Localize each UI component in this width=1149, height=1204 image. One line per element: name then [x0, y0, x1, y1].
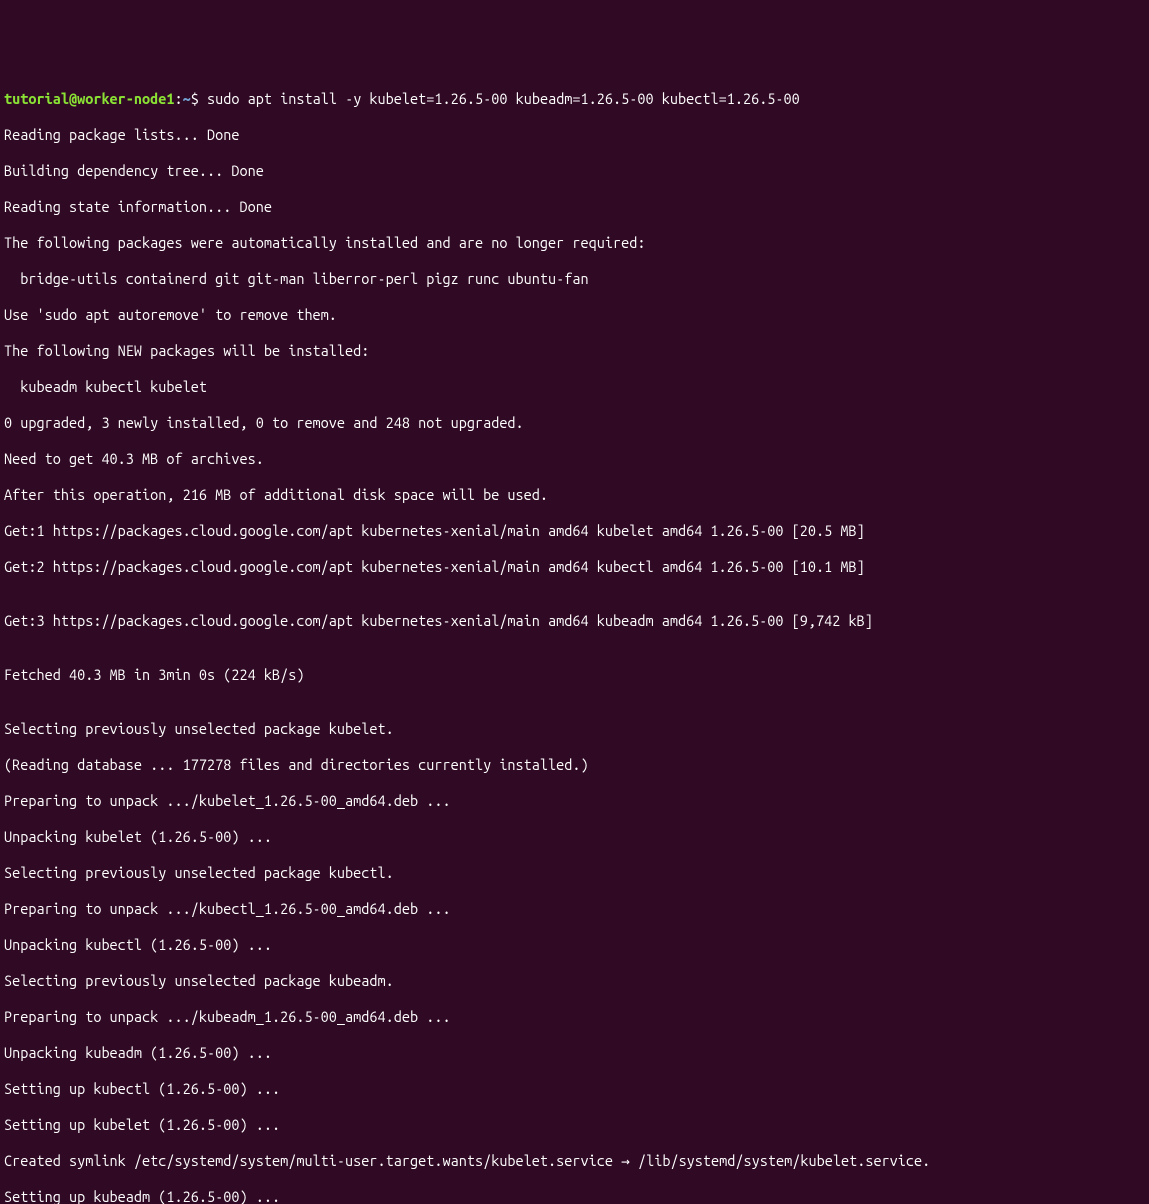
output-line: Get:3 https://packages.cloud.google.com/…	[4, 612, 1145, 630]
output-line: Unpacking kubeadm (1.26.5-00) ...	[4, 1044, 1145, 1062]
output-line: Setting up kubectl (1.26.5-00) ...	[4, 1080, 1145, 1098]
output-line: Unpacking kubectl (1.26.5-00) ...	[4, 936, 1145, 954]
output-line: Setting up kubelet (1.26.5-00) ...	[4, 1116, 1145, 1134]
output-line: Selecting previously unselected package …	[4, 720, 1145, 738]
output-line: Preparing to unpack .../kubeadm_1.26.5-0…	[4, 1008, 1145, 1026]
terminal-window[interactable]: tutorial@worker-node1:~$ sudo apt instal…	[0, 72, 1149, 1204]
command-line: tutorial@worker-node1:~$ sudo apt instal…	[4, 90, 1145, 108]
command-text: sudo apt install -y kubelet=1.26.5-00 ku…	[207, 90, 800, 107]
output-line: Selecting previously unselected package …	[4, 864, 1145, 882]
user-host: tutorial@worker-node1	[4, 90, 175, 107]
output-line: Need to get 40.3 MB of archives.	[4, 450, 1145, 468]
output-line: The following NEW packages will be insta…	[4, 342, 1145, 360]
output-line: Reading package lists... Done	[4, 126, 1145, 144]
output-line: (Reading database ... 177278 files and d…	[4, 756, 1145, 774]
output-line: After this operation, 216 MB of addition…	[4, 486, 1145, 504]
colon: :	[175, 90, 183, 107]
output-line: Building dependency tree... Done	[4, 162, 1145, 180]
output-line: Setting up kubeadm (1.26.5-00) ...	[4, 1188, 1145, 1204]
output-line: Get:2 https://packages.cloud.google.com/…	[4, 558, 1145, 576]
output-line: Created symlink /etc/systemd/system/mult…	[4, 1152, 1145, 1170]
output-line: Selecting previously unselected package …	[4, 972, 1145, 990]
path: ~	[183, 90, 191, 107]
output-line: The following packages were automaticall…	[4, 234, 1145, 252]
output-line: bridge-utils containerd git git-man libe…	[4, 270, 1145, 288]
output-line: Preparing to unpack .../kubelet_1.26.5-0…	[4, 792, 1145, 810]
output-line: Get:1 https://packages.cloud.google.com/…	[4, 522, 1145, 540]
output-line: 0 upgraded, 3 newly installed, 0 to remo…	[4, 414, 1145, 432]
output-line: Use 'sudo apt autoremove' to remove them…	[4, 306, 1145, 324]
dollar-sign: $	[191, 90, 207, 107]
output-line: kubeadm kubectl kubelet	[4, 378, 1145, 396]
output-line: Reading state information... Done	[4, 198, 1145, 216]
output-line: Fetched 40.3 MB in 3min 0s (224 kB/s)	[4, 666, 1145, 684]
output-line: Preparing to unpack .../kubectl_1.26.5-0…	[4, 900, 1145, 918]
output-line: Unpacking kubelet (1.26.5-00) ...	[4, 828, 1145, 846]
